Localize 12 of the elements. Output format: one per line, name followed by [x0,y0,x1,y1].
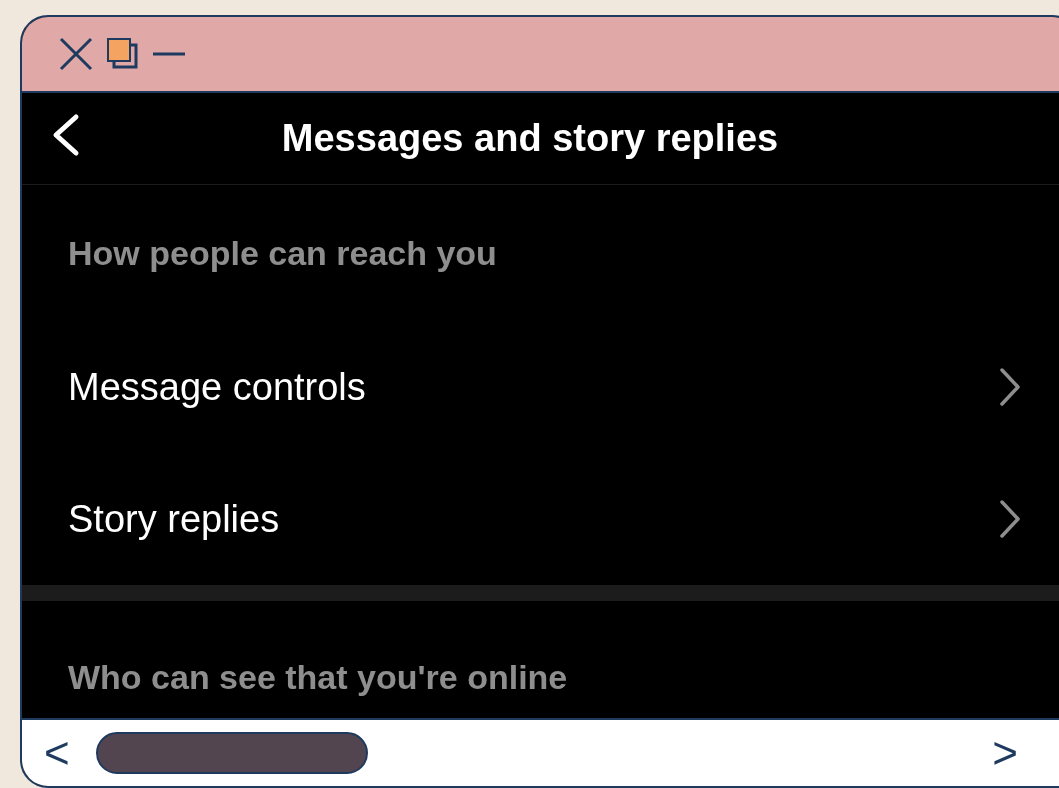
close-icon[interactable] [58,36,94,72]
chevron-right-icon [998,367,1022,407]
section-heading: How people can reach you [68,232,497,274]
section-heading: Who can see that you're online [68,656,568,698]
page-title: Messages and story replies [281,116,779,161]
restore-icon[interactable] [106,37,140,71]
scrollbar-thumb[interactable] [95,732,368,774]
scroll-right-button[interactable]: > [992,731,1018,775]
chevron-right-icon [998,499,1022,539]
settings-row[interactable]: Story replies [22,453,1059,585]
settings-row[interactable]: Message controls [22,321,1059,453]
scroll-left-button[interactable]: < [44,731,70,775]
